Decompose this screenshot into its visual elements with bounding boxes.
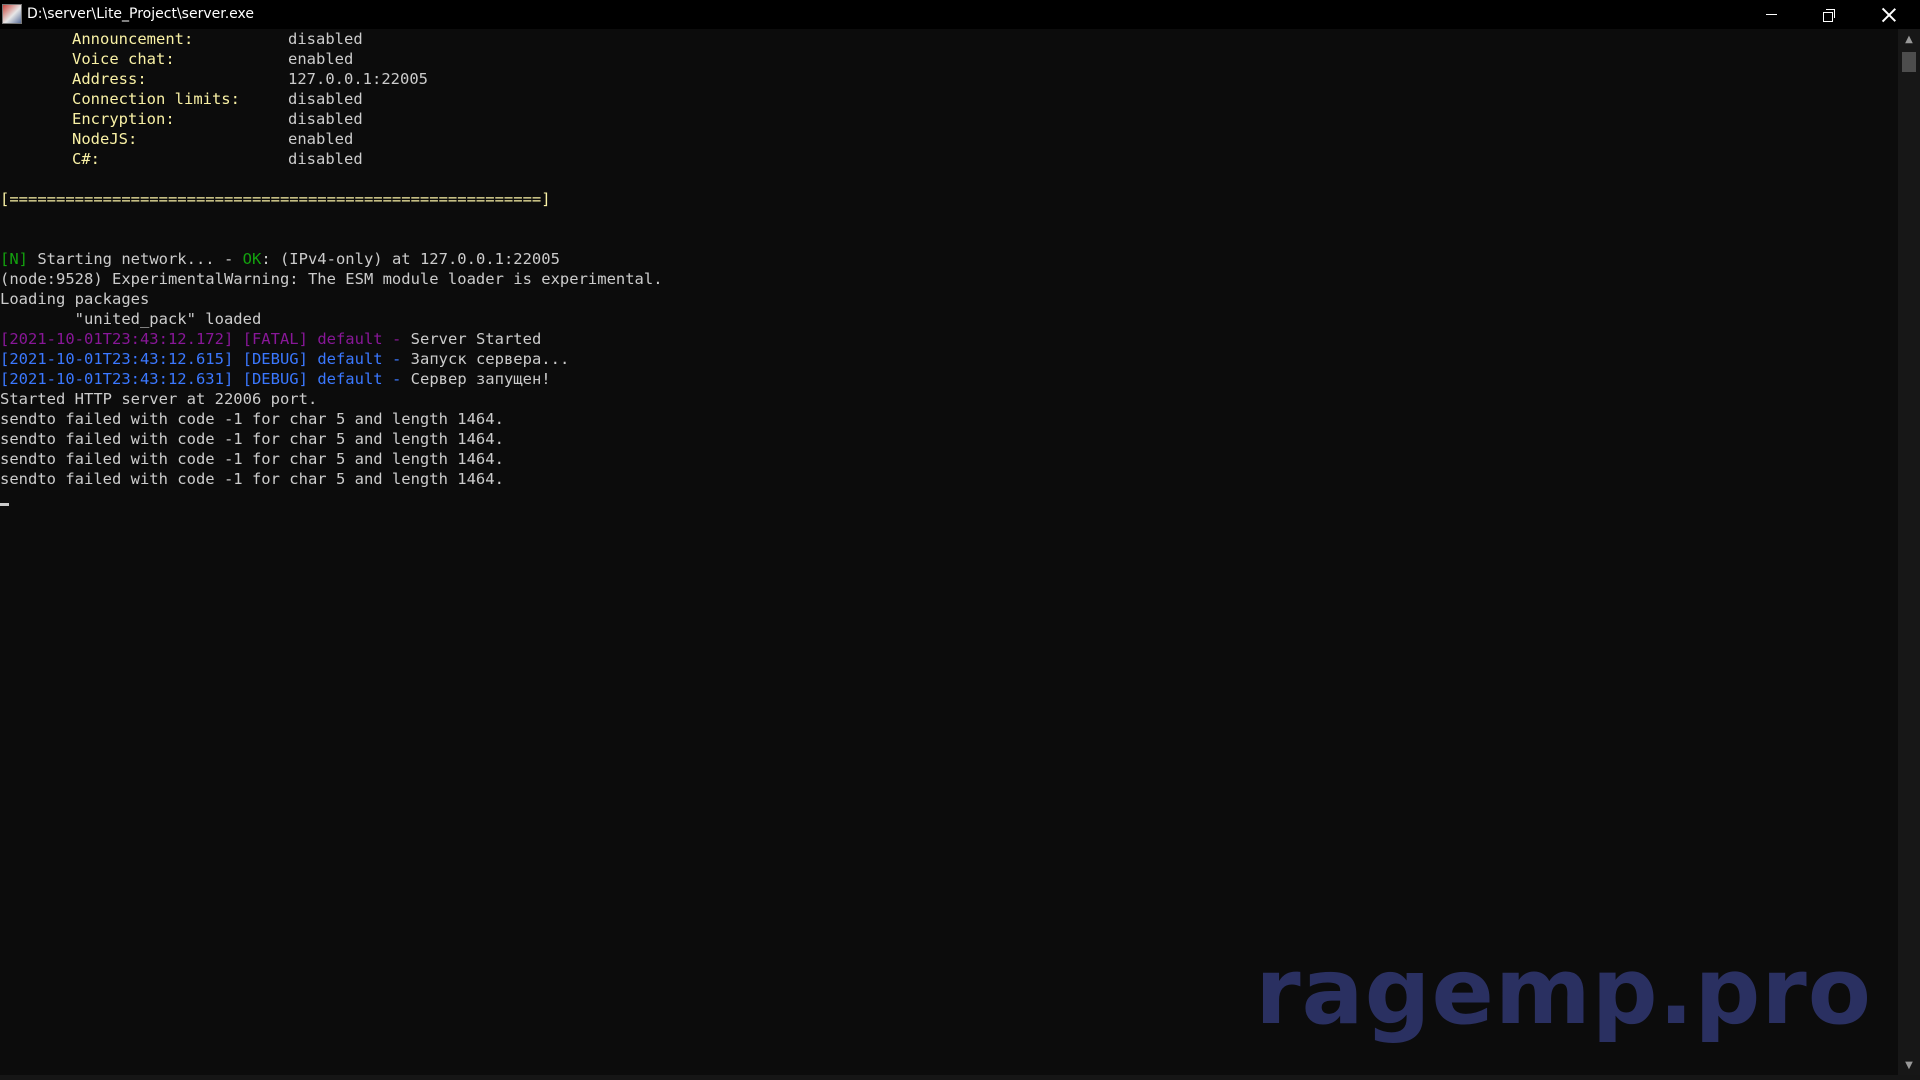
config-key: Announcement: [72, 30, 194, 48]
console-output[interactable]: Announcement: disabled Voice chat: enabled… [0, 29, 1898, 1075]
app-icon[interactable] [2, 4, 22, 24]
restore-icon [1823, 8, 1835, 22]
config-row: Connection limits: disabled [0, 89, 1898, 109]
config-value: disabled [288, 30, 363, 48]
config-key: NodeJS: [72, 130, 138, 148]
log-level: [FATAL] [242, 330, 308, 348]
config-row: Announcement: disabled [0, 29, 1898, 49]
separator-line: [=======================================… [0, 190, 551, 208]
network-address-text: : (IPv4-only) at 127.0.0.1:22005 [261, 250, 560, 268]
config-value: disabled [288, 150, 363, 168]
config-key: Encryption: [72, 110, 175, 128]
scrollbar-thumb[interactable] [1902, 52, 1916, 72]
log-timestamp: [2021-10-01T23:43:12.172] [0, 330, 234, 348]
log-source: default - [317, 350, 402, 368]
close-icon [1882, 8, 1896, 22]
config-row: NodeJS: enabled [0, 129, 1898, 149]
sendto-error-line: sendto failed with code -1 for char 5 an… [0, 430, 504, 448]
console-window: D:\server\Lite_Project\server.exe Announ… [0, 0, 1920, 1080]
config-value: disabled [288, 90, 363, 108]
title-bar[interactable]: D:\server\Lite_Project\server.exe [0, 0, 1920, 29]
config-row: Encryption: disabled [0, 109, 1898, 129]
sendto-error-line: sendto failed with code -1 for char 5 an… [0, 450, 504, 468]
config-value: disabled [288, 110, 363, 128]
vertical-scrollbar[interactable]: ▲ ▼ [1898, 29, 1920, 1075]
config-value: enabled [288, 50, 354, 68]
log-message: Запуск сервера... [410, 350, 570, 368]
config-row: Voice chat: enabled [0, 49, 1898, 69]
network-ok: OK [242, 250, 262, 268]
window-bottom-edge [0, 1075, 1920, 1080]
restore-button[interactable] [1800, 0, 1858, 29]
log-line: [2021-10-01T23:43:12.172] [FATAL] defaul… [0, 329, 1898, 349]
log-timestamp: [2021-10-01T23:43:12.615] [0, 350, 234, 368]
log-message: Сервер запущен! [410, 370, 551, 388]
minimize-icon [1765, 14, 1777, 15]
watermark: ragemp.pro [1255, 938, 1872, 1045]
scroll-down-arrow-icon[interactable]: ▼ [1898, 1055, 1920, 1075]
config-key: Voice chat: [72, 50, 175, 68]
text-cursor [0, 503, 9, 506]
network-text: Starting network... - [28, 250, 243, 268]
network-line: [N] Starting network... - OK: (IPv4-only… [0, 249, 1898, 269]
window-title: D:\server\Lite_Project\server.exe [27, 6, 254, 22]
log-line: [2021-10-01T23:43:12.615] [DEBUG] defaul… [0, 349, 1898, 369]
loading-packages-line: Loading packages [0, 290, 150, 308]
config-key: C#: [72, 150, 100, 168]
config-row: C#: disabled [0, 149, 1898, 169]
minimize-button[interactable] [1742, 0, 1800, 29]
log-line: [2021-10-01T23:43:12.631] [DEBUG] defaul… [0, 369, 1898, 389]
log-message: Server Started [410, 330, 542, 348]
close-button[interactable] [1858, 0, 1920, 29]
log-level: [DEBUG] [242, 370, 308, 388]
sendto-error-line: sendto failed with code -1 for char 5 an… [0, 470, 504, 488]
log-level: [DEBUG] [242, 350, 308, 368]
log-timestamp: [2021-10-01T23:43:12.631] [0, 370, 234, 388]
config-key: Address: [72, 70, 147, 88]
log-source: default - [317, 370, 402, 388]
network-tag: [N] [0, 250, 28, 268]
scroll-up-arrow-icon[interactable]: ▲ [1898, 29, 1920, 49]
log-source: default - [317, 330, 402, 348]
config-value: enabled [288, 130, 354, 148]
config-key: Connection limits: [72, 90, 240, 108]
http-started-line: Started HTTP server at 22006 port. [0, 390, 318, 408]
config-row: Address: 127.0.0.1:22005 [0, 69, 1898, 89]
node-warning-line: (node:9528) ExperimentalWarning: The ESM… [0, 270, 663, 288]
config-value: 127.0.0.1:22005 [288, 70, 428, 88]
sendto-error-line: sendto failed with code -1 for char 5 an… [0, 410, 504, 428]
package-loaded-line: "united_pack" loaded [0, 310, 262, 328]
